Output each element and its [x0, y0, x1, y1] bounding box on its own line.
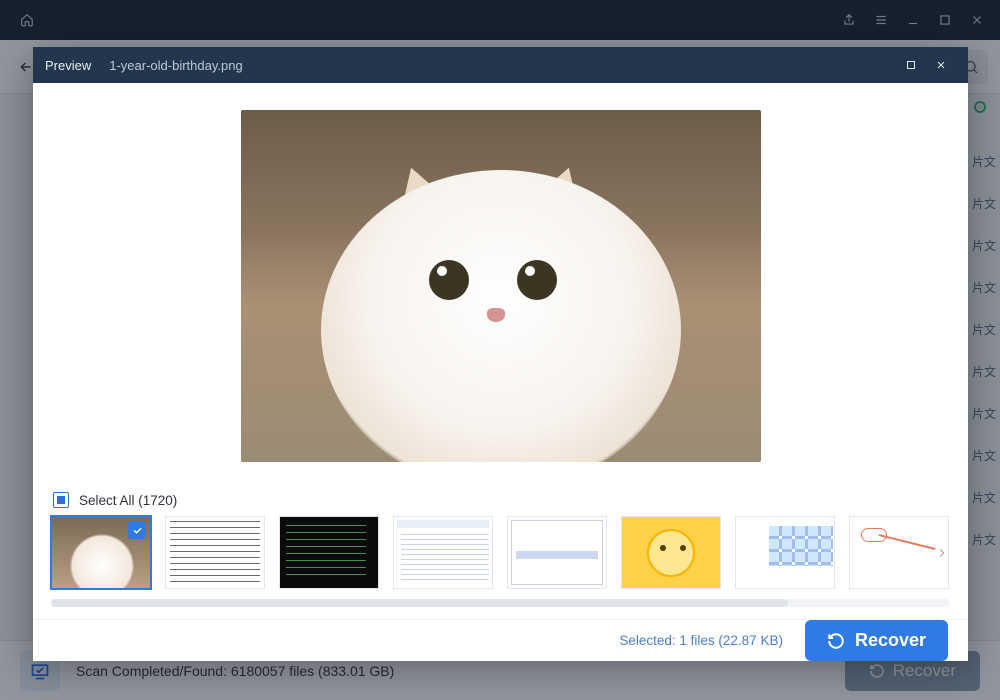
select-all-row[interactable]: Select All (1720) [53, 492, 950, 508]
modal-title: Preview [45, 58, 91, 73]
preview-area [33, 83, 968, 478]
modal-footer: Selected: 1 files (22.87 KB) Recover [33, 619, 968, 661]
select-all-checkbox[interactable] [53, 492, 69, 508]
thumbnail-row [51, 516, 950, 589]
thumbnail[interactable] [735, 516, 835, 589]
thumbnail[interactable] [621, 516, 721, 589]
select-all-label: Select All (1720) [79, 493, 177, 508]
thumbnail-section: Select All (1720) [33, 478, 968, 607]
recover-button[interactable]: Recover [805, 620, 948, 661]
selected-count-text: Selected: 1 files (22.87 KB) [619, 633, 783, 648]
thumbnail[interactable] [165, 516, 265, 589]
modal-filename: 1-year-old-birthday.png [109, 58, 242, 73]
thumbs-next-icon[interactable] [930, 529, 954, 577]
preview-modal: Preview 1-year-old-birthday.png Select A… [33, 47, 968, 657]
modal-maximize-icon[interactable] [896, 50, 926, 80]
thumbnail[interactable] [393, 516, 493, 589]
thumbnail[interactable] [279, 516, 379, 589]
preview-image[interactable] [241, 110, 761, 462]
thumbnail[interactable] [507, 516, 607, 589]
modal-close-icon[interactable] [926, 50, 956, 80]
recover-button-label: Recover [855, 630, 926, 651]
thumbnail[interactable] [51, 516, 151, 589]
thumbnail-checked-icon [128, 521, 146, 539]
thumbnail-scrollbar[interactable] [51, 599, 950, 607]
modal-header: Preview 1-year-old-birthday.png [33, 47, 968, 83]
